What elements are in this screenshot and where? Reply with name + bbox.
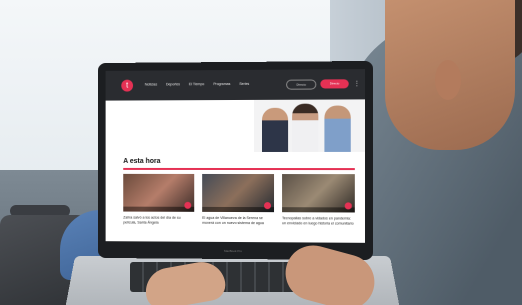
video-title[interactable]: Zahía salvó a los actos del día de su pe… bbox=[123, 216, 194, 225]
hero-presenters bbox=[253, 99, 366, 152]
nav-item[interactable]: Deportes bbox=[166, 82, 180, 86]
video-thumbnail[interactable] bbox=[282, 174, 355, 213]
site-nav: Noticias Deportes El Tiempo Programas Se… bbox=[145, 82, 249, 87]
video-card[interactable]: Zahía salvó a los actos del día de su pe… bbox=[123, 173, 195, 225]
video-card[interactable]: El agua de Villanueva de la Serena se mo… bbox=[202, 173, 275, 226]
video-title[interactable]: Tecnopalias sobre a vidados en pandemia:… bbox=[282, 216, 355, 226]
outline-button[interactable]: Directo bbox=[286, 79, 317, 90]
photo-scene: t Noticias Deportes El Tiempo Programas … bbox=[0, 0, 522, 305]
laptop-display: t Noticias Deportes El Tiempo Programas … bbox=[97, 60, 374, 261]
presenter-image bbox=[292, 103, 319, 152]
laptop-screen: t Noticias Deportes El Tiempo Programas … bbox=[105, 69, 366, 243]
live-button[interactable]: Directo bbox=[320, 79, 349, 89]
play-icon[interactable] bbox=[344, 202, 352, 210]
video-progress-bar bbox=[282, 207, 355, 213]
site-header: t Noticias Deportes El Tiempo Programas … bbox=[105, 69, 366, 101]
site-logo[interactable]: t bbox=[121, 79, 134, 92]
play-icon[interactable] bbox=[184, 201, 192, 209]
video-title[interactable]: El agua de Villanueva de la Serena se mo… bbox=[202, 216, 274, 226]
person-ear bbox=[435, 60, 461, 100]
more-vertical-icon[interactable]: ⋮ bbox=[354, 80, 360, 87]
nav-item[interactable]: El Tiempo bbox=[189, 82, 204, 86]
nav-item[interactable]: Noticias bbox=[145, 82, 157, 86]
nav-item[interactable]: Programas bbox=[213, 82, 230, 86]
nav-item[interactable]: Series bbox=[239, 82, 249, 86]
play-icon[interactable] bbox=[263, 202, 272, 210]
section-title: A esta hora bbox=[123, 158, 161, 165]
presenter-image bbox=[324, 105, 351, 152]
laptop-brand-label: MacBook Pro bbox=[224, 248, 243, 254]
presenter-image bbox=[261, 107, 289, 152]
video-thumbnail[interactable] bbox=[123, 173, 195, 212]
section-divider bbox=[123, 167, 355, 171]
video-card[interactable]: Tecnopalias sobre a vidados en pandemia:… bbox=[282, 174, 355, 226]
video-thumbnail[interactable] bbox=[202, 173, 275, 213]
video-progress-bar bbox=[123, 206, 195, 212]
video-progress-bar bbox=[202, 206, 275, 213]
